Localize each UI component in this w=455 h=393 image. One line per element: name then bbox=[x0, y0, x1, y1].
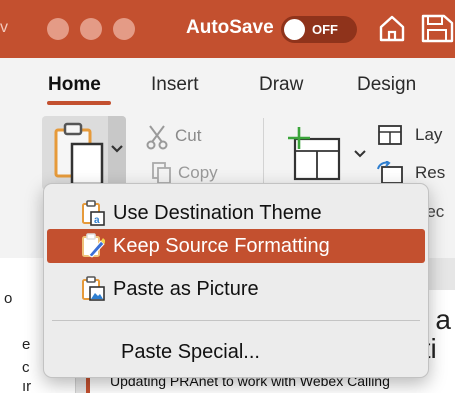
title-bar: v AutoSave OFF bbox=[0, 0, 455, 58]
paste-options-menu: a Use Destination Theme Keep Source Form… bbox=[43, 183, 429, 378]
menu-item-paste-as-picture[interactable]: Paste as Picture bbox=[44, 272, 428, 306]
copy-icon bbox=[152, 162, 171, 184]
menu-item-paste-special[interactable]: Paste Special... bbox=[44, 335, 428, 369]
ribbon-divider bbox=[263, 118, 264, 188]
chevron-down-icon bbox=[111, 145, 123, 153]
new-slide-icon bbox=[288, 127, 341, 181]
menu-separator bbox=[52, 320, 420, 321]
paste-as-picture-icon bbox=[82, 276, 105, 301]
new-slide-button[interactable] bbox=[287, 127, 343, 188]
active-tab-indicator bbox=[47, 101, 111, 105]
svg-text:a: a bbox=[94, 215, 100, 226]
layout-button[interactable]: Lay bbox=[415, 125, 442, 145]
thumbnail-text: e bbox=[22, 336, 31, 353]
paste-options-dropdown[interactable] bbox=[108, 116, 126, 190]
thumbnail-text: ır bbox=[22, 378, 32, 393]
home-icon[interactable] bbox=[378, 13, 406, 48]
thumbnail-text: c bbox=[22, 359, 30, 376]
paste-destination-theme-icon: a bbox=[82, 200, 105, 226]
menu-item-label: Keep Source Formatting bbox=[113, 235, 330, 257]
layout-icon bbox=[378, 125, 402, 145]
paste-icon bbox=[54, 122, 104, 186]
title-edge-text: v bbox=[0, 19, 8, 36]
tab-design[interactable]: Design bbox=[357, 74, 416, 96]
chevron-down-icon[interactable] bbox=[353, 148, 367, 160]
menu-item-label: Paste as Picture bbox=[113, 278, 259, 300]
reset-icon bbox=[377, 161, 403, 184]
copy-button[interactable]: Copy bbox=[178, 163, 218, 183]
autosave-label: AutoSave bbox=[186, 17, 274, 38]
menu-item-use-destination-theme[interactable]: a Use Destination Theme bbox=[44, 196, 428, 230]
cut-button[interactable]: Cut bbox=[175, 126, 201, 146]
close-window-button[interactable] bbox=[47, 18, 69, 40]
zoom-window-button[interactable] bbox=[113, 18, 135, 40]
minimize-window-button[interactable] bbox=[80, 18, 102, 40]
menu-item-keep-source-formatting[interactable]: Keep Source Formatting bbox=[47, 229, 425, 263]
toggle-knob bbox=[284, 19, 305, 40]
tab-home[interactable]: Home bbox=[48, 74, 101, 96]
thumbnail-text: o bbox=[4, 290, 13, 307]
menu-item-label: Use Destination Theme bbox=[113, 202, 322, 224]
menu-item-label: Paste Special... bbox=[121, 341, 260, 363]
save-icon[interactable] bbox=[420, 13, 455, 48]
reset-button[interactable]: Res bbox=[415, 163, 445, 183]
paste-keep-formatting-icon bbox=[82, 233, 105, 258]
tab-draw[interactable]: Draw bbox=[259, 74, 303, 96]
scissors-icon bbox=[146, 125, 168, 150]
autosave-state: OFF bbox=[312, 22, 338, 37]
autosave-toggle[interactable]: OFF bbox=[281, 16, 357, 43]
tab-insert[interactable]: Insert bbox=[151, 74, 199, 96]
